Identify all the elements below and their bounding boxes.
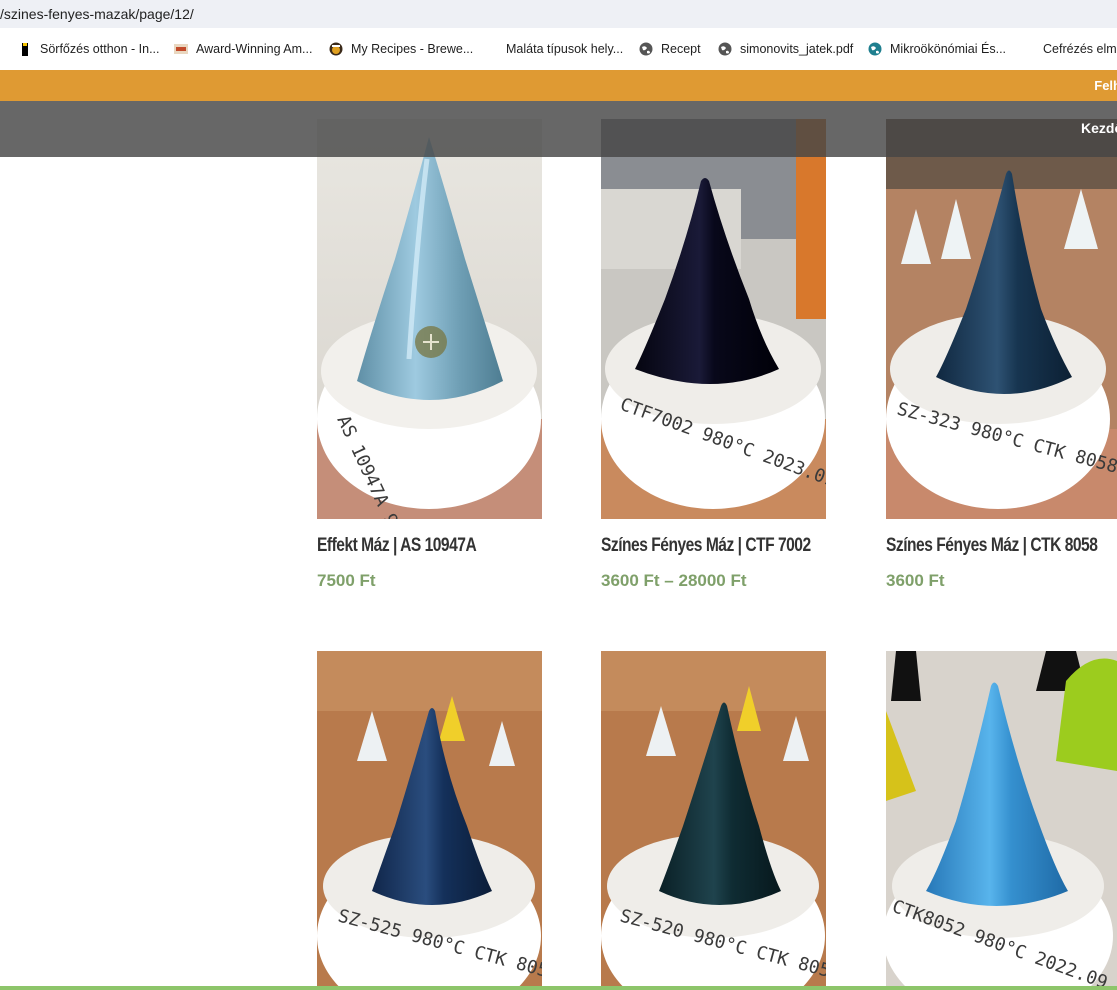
product-title[interactable]: Színes Fényes Máz | CTF 7002 [601,535,811,557]
beer-bottle-icon [18,42,32,56]
bookmark-label: simonovits_jatek.pdf [740,42,854,56]
site-favicon-icon [174,42,188,56]
product-image-ctf7002[interactable]: CTF7002 980°C 2023.01.18 [601,119,826,519]
product-title[interactable]: Effekt Máz | AS 10947A [317,535,477,557]
site-top-bar: Felh [0,70,1117,101]
glaze-cone-photo: SZ-323 980°C CTK 8058 [886,119,1117,519]
globe-icon [718,42,732,56]
glaze-cone-photo: SZ-520 980°C CTK 8056 [601,651,826,987]
beer-glass-icon [329,42,343,56]
address-bar[interactable]: /szines-fenyes-mazak/page/12/ [0,0,1117,28]
bookmark-label: Recept [661,42,701,56]
globe-icon [639,42,653,56]
user-link[interactable]: Felh [1094,70,1117,101]
bookmark-mikrookonomiai[interactable]: Mikroökönómiai És... [868,28,1006,70]
nav-home-link[interactable]: Kezdő [1081,120,1117,136]
bookmark-my-recipes[interactable]: My Recipes - Brewe... [329,28,473,70]
product-image-ctk8058[interactable]: SZ-323 980°C CTK 8058 [886,119,1117,519]
product-image-ctk8052[interactable]: CTK8052 980°C 2022.09.18 [886,651,1117,987]
product-price: 3600 Ft – 28000 Ft [601,571,747,590]
glaze-cone-photo: AS 10947A 980°C 2023.06.2 [317,119,542,519]
bookmark-label: Award-Winning Am... [196,42,313,56]
product-price: 7500 Ft [317,571,376,590]
bottom-accent-line [0,986,1117,990]
bookmark-label: My Recipes - Brewe... [351,42,474,56]
bookmark-sorfozes[interactable]: Sörfőzés otthon - In... [18,28,160,70]
teal-globe-icon [868,42,882,56]
bookmark-award-winning[interactable]: Award-Winning Am... [174,28,312,70]
product-image-as10947a[interactable]: AS 10947A 980°C 2023.06.2 [317,119,542,519]
zoom-plus-icon[interactable] [415,326,447,358]
bookmark-label: Maláta típusok hely... [506,42,624,56]
glaze-cone-photo: CTK8052 980°C 2022.09.18 [886,651,1117,987]
glaze-cone-photo: SZ-525 980°C CTK 8057 [317,651,542,987]
product-image-ctk8057[interactable]: SZ-525 980°C CTK 8057 [317,651,542,987]
bookmark-recept[interactable]: Recept [639,28,701,70]
bookmark-label: Cefrézés elmé [1043,42,1117,56]
bookmark-label: Mikroökönómiai És... [890,42,1007,56]
product-image-ctk8056[interactable]: SZ-520 980°C CTK 8056 [601,651,826,987]
url-text: /szines-fenyes-mazak/page/12/ [0,6,194,22]
product-price: 3600 Ft [886,571,945,590]
product-title[interactable]: Színes Fényes Máz | CTK 8058 [886,535,1098,557]
bookmarks-bar: Sörfőzés otthon - In... Award-Winning Am… [0,28,1117,71]
bookmark-simonovits[interactable]: simonovits_jatek.pdf [718,28,853,70]
bookmark-malata[interactable]: Maláta típusok hely... [506,28,623,70]
glaze-cone-photo: CTF7002 980°C 2023.01.18 [601,119,826,519]
bookmark-label: Sörfőzés otthon - In... [40,42,160,56]
site-navbar: Kezdő [0,101,1117,157]
bookmark-cefrezes[interactable]: Cefrézés elmé [1043,28,1117,70]
